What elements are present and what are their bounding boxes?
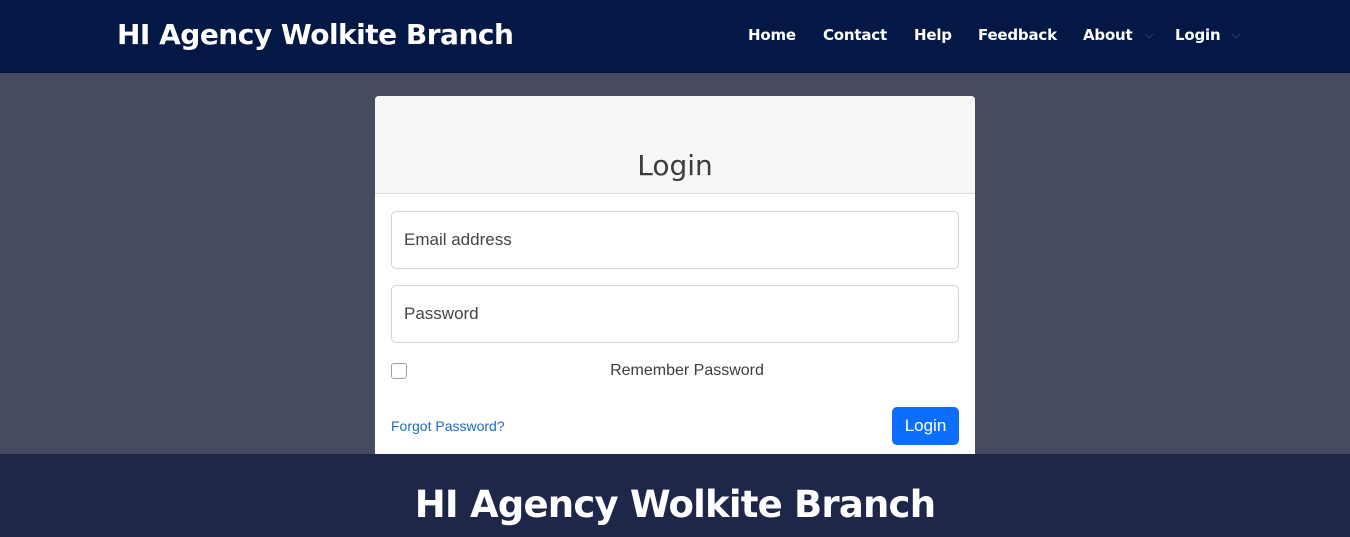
nav-item-feedback[interactable]: Feedback [978, 26, 1057, 44]
nav-item-about-label: About [1083, 26, 1133, 44]
footer: HI Agency Wolkite Branch [0, 454, 1350, 537]
remember-password-label: Remember Password [610, 362, 764, 379]
nav-item-contact[interactable]: Contact [823, 26, 887, 44]
email-field[interactable] [391, 211, 959, 269]
login-card: Login Remember Password Forgot Password?… [375, 96, 975, 454]
nav-item-login-label: Login [1175, 26, 1221, 44]
password-field[interactable] [391, 285, 959, 343]
chevron-down-icon [1144, 33, 1154, 39]
nav-item-help[interactable]: Help [914, 26, 952, 44]
login-button[interactable]: Login [892, 407, 959, 445]
login-card-header: Login [375, 96, 975, 194]
forgot-password-link[interactable]: Forgot Password? [391, 418, 505, 434]
nav-item-about[interactable]: About [1083, 26, 1154, 44]
top-navbar: HI Agency Wolkite Branch Home Contact He… [0, 0, 1350, 73]
nav-item-login[interactable]: Login [1175, 26, 1241, 44]
brand-title[interactable]: HI Agency Wolkite Branch [117, 18, 514, 51]
footer-title: HI Agency Wolkite Branch [414, 483, 936, 526]
login-title: Login [637, 149, 713, 183]
chevron-down-icon [1231, 33, 1241, 39]
nav-item-home[interactable]: Home [748, 26, 796, 44]
